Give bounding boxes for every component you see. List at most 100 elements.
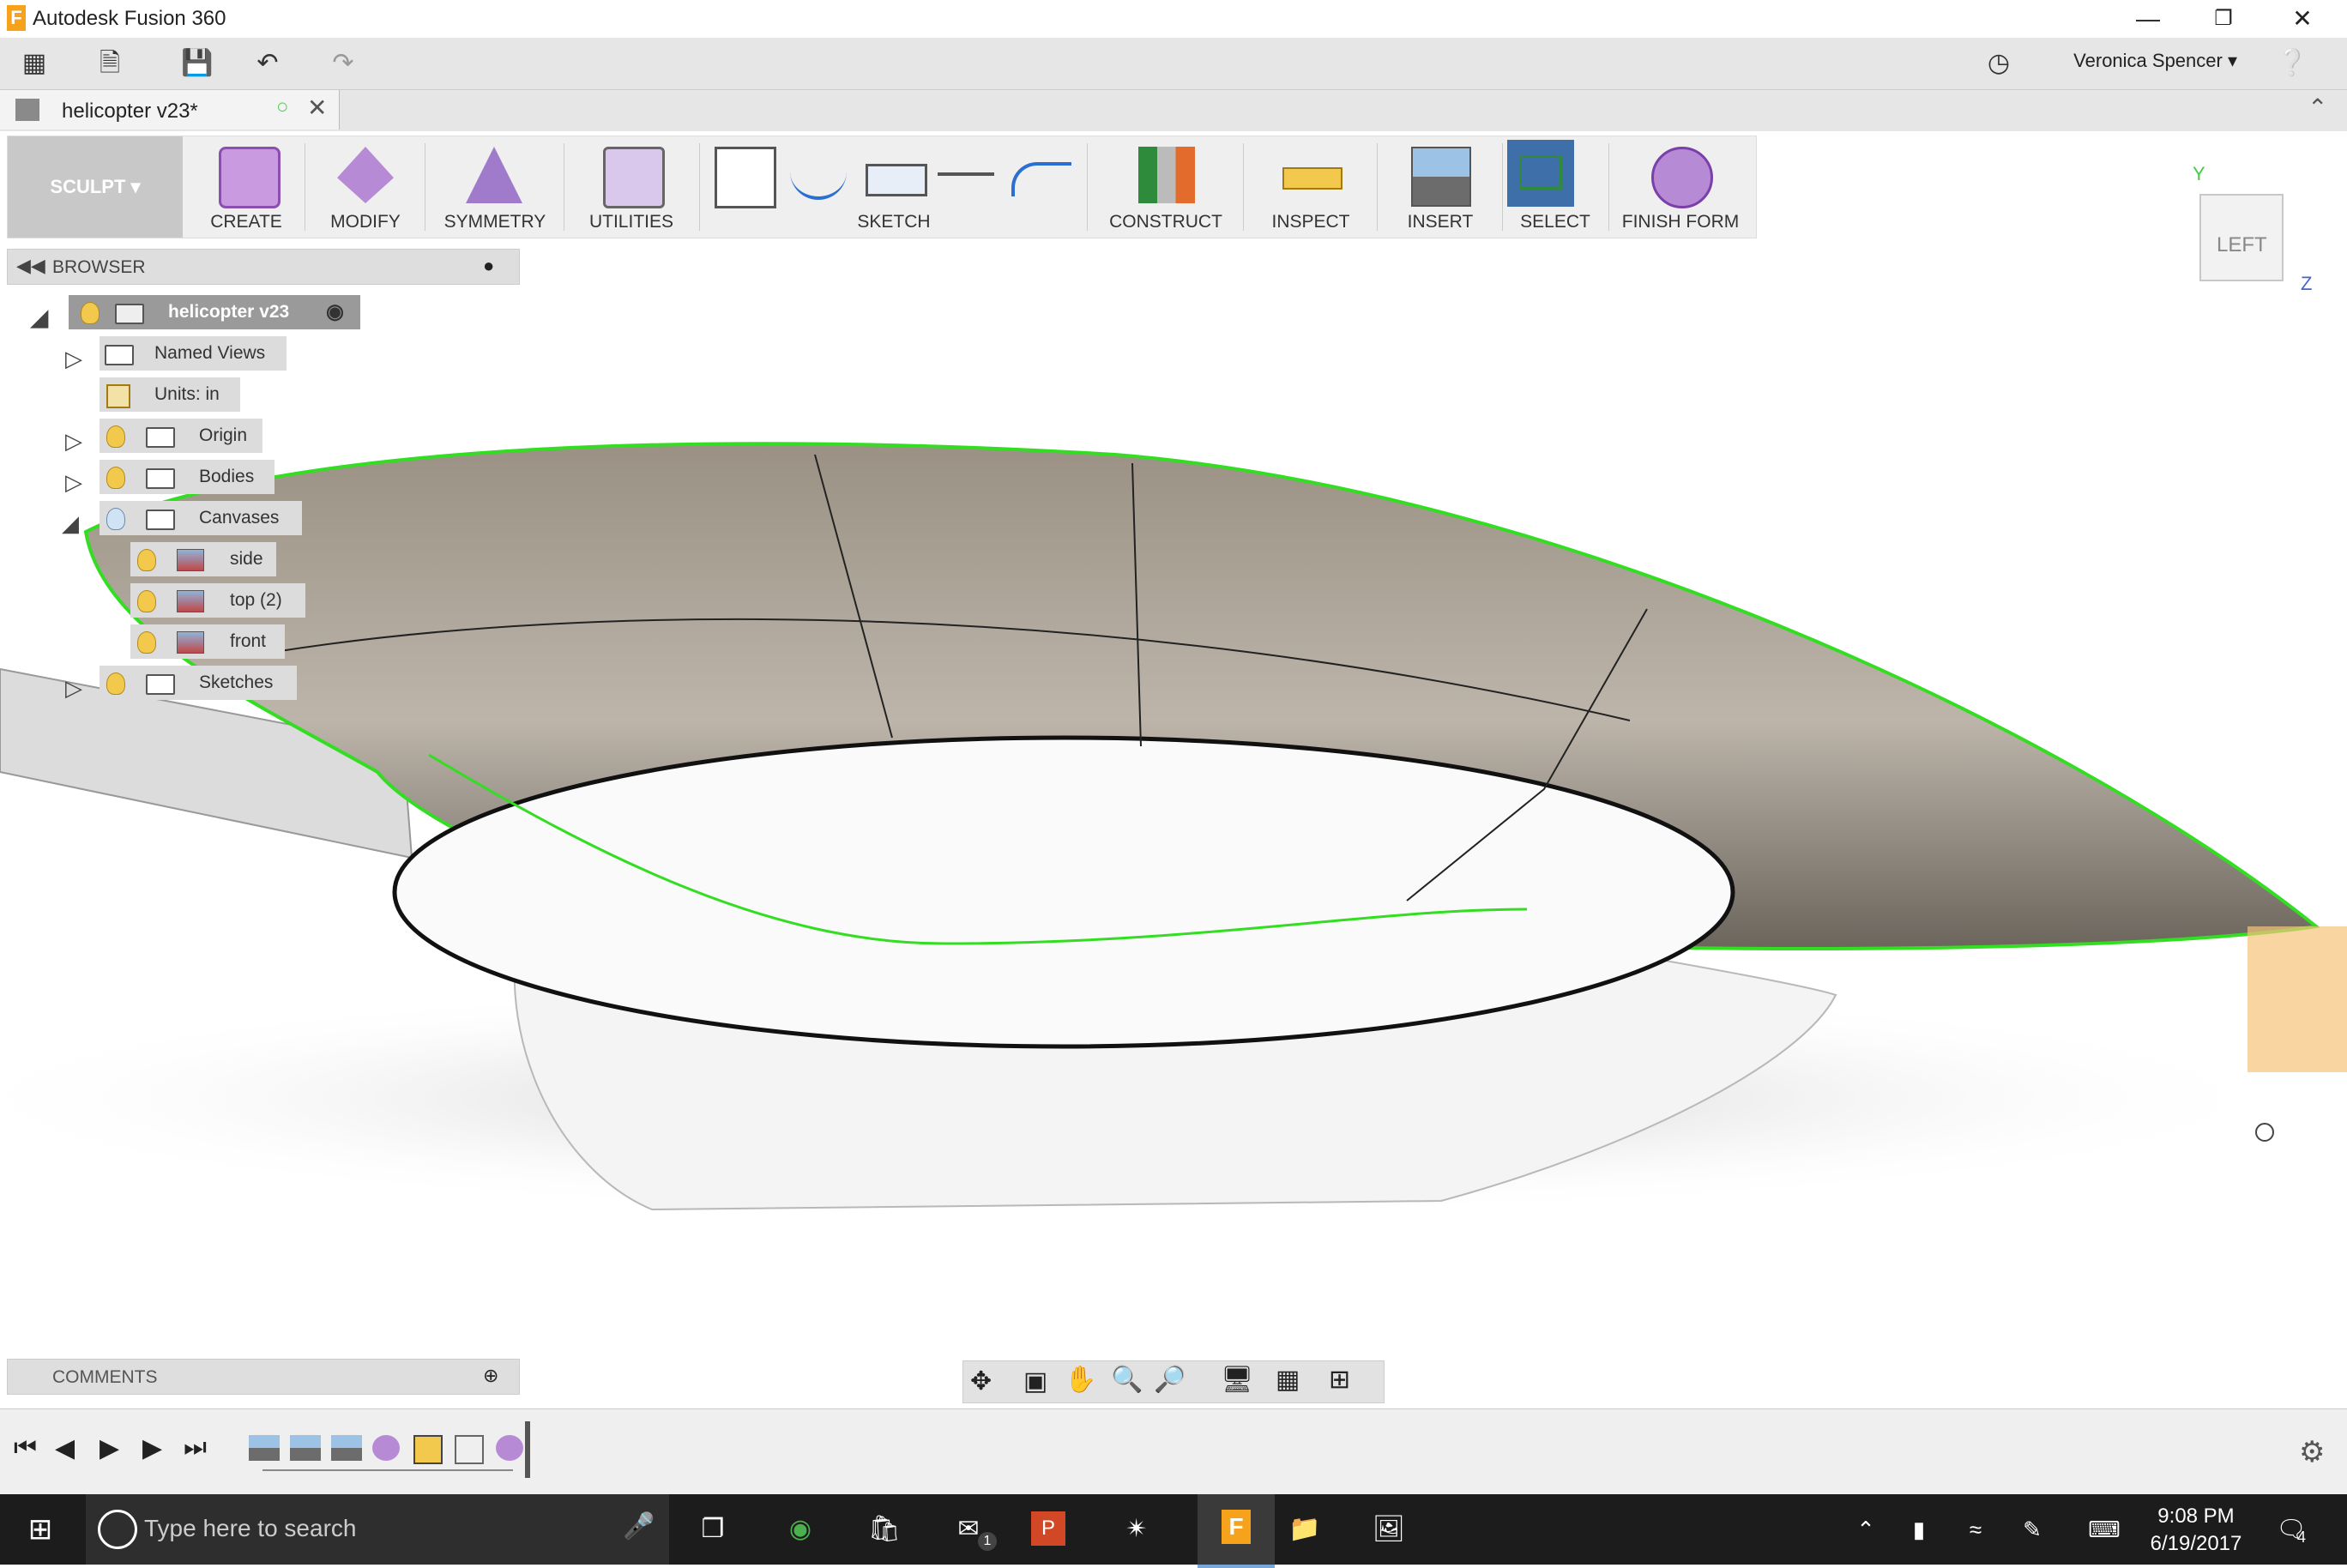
step-forward-icon[interactable]: ▶ xyxy=(142,1433,162,1463)
inspect-menu[interactable]: INSPECT xyxy=(1246,136,1375,238)
system-clock[interactable]: 9:08 PM 6/19/2017 xyxy=(2136,1503,2256,1558)
data-panel-grid-icon[interactable]: ▦ xyxy=(15,45,53,82)
view-cube[interactable]: LEFT Y Z xyxy=(2193,163,2312,294)
timeline-canvas-feature-icon[interactable] xyxy=(331,1435,362,1461)
sketch-rectangle-icon[interactable] xyxy=(866,164,927,196)
visibility-bulb-icon[interactable] xyxy=(137,590,156,612)
timeline-settings-gear-icon[interactable]: ⚙ xyxy=(2299,1435,2325,1469)
add-comment-icon[interactable]: ⊕ xyxy=(483,1365,498,1387)
pan-hand-icon[interactable]: ✋ xyxy=(1065,1365,1096,1395)
expand-triangle-icon[interactable]: ▷ xyxy=(65,671,82,705)
create-sketch-icon[interactable] xyxy=(715,147,776,208)
go-to-start-icon[interactable]: ⏮ xyxy=(14,1433,37,1462)
minimize-button[interactable]: — xyxy=(2114,2,2182,36)
browser-panel-header[interactable]: ◀◀ BROWSER ● xyxy=(7,249,520,285)
expand-triangle-icon[interactable]: ▷ xyxy=(65,341,82,376)
display-settings-icon[interactable]: 🖥 xyxy=(1221,1365,1253,1395)
browser-item-canvases[interactable]: ◢ Canvases xyxy=(62,501,302,536)
workspace-switcher[interactable]: SCULPT ▾ xyxy=(8,136,183,238)
slack-icon[interactable]: ✴ xyxy=(1115,1508,1158,1551)
browser-item-named-views[interactable]: ▷ Named Views xyxy=(65,336,287,371)
collapse-triangle-icon[interactable]: ◢ xyxy=(62,506,79,540)
photos-icon[interactable]: 🖼 xyxy=(1367,1508,1410,1551)
step-back-icon[interactable]: ◀ xyxy=(55,1433,75,1463)
sketch-spline-icon[interactable] xyxy=(1011,162,1071,196)
restore-button[interactable]: ❐ xyxy=(2189,2,2258,36)
help-icon[interactable]: ❔ xyxy=(2273,45,2311,82)
save-icon[interactable]: 💾 xyxy=(178,45,216,82)
file-explorer-icon[interactable]: 📁 xyxy=(1283,1508,1326,1551)
look-at-icon[interactable]: ▣ xyxy=(1023,1366,1047,1396)
timeline-sketch-feature-icon[interactable] xyxy=(413,1435,443,1464)
browser-item-canvas-top[interactable]: top (2) xyxy=(130,583,305,618)
rotor-opening-edge[interactable] xyxy=(392,735,1735,1049)
document-tab[interactable]: helicopter v23* ○ ✕ xyxy=(0,90,340,130)
visibility-bulb-icon[interactable] xyxy=(137,549,156,571)
microphone-icon[interactable]: 🎤 xyxy=(623,1511,655,1541)
construct-menu[interactable]: CONSTRUCT xyxy=(1090,136,1241,238)
canvas-viewport[interactable] xyxy=(0,240,2347,1355)
redo-icon[interactable]: ↷ xyxy=(324,45,362,82)
sketch-menu[interactable]: SKETCH xyxy=(703,136,1085,238)
action-center-icon[interactable]: 🗨 xyxy=(2270,1508,2313,1551)
active-radio-icon[interactable]: ◉ xyxy=(326,295,344,329)
touch-keyboard-icon[interactable]: ⌨ xyxy=(2083,1508,2126,1551)
browser-item-origin[interactable]: ▷ Origin xyxy=(65,419,262,454)
zoom-icon[interactable]: 🔍 xyxy=(1111,1365,1143,1395)
create-menu[interactable]: CREATE xyxy=(190,136,303,238)
utilities-menu[interactable]: UTILITIES xyxy=(567,136,696,238)
visibility-bulb-icon[interactable] xyxy=(137,631,156,654)
browser-item-sketches[interactable]: ▷ Sketches xyxy=(65,666,297,701)
timeline-canvas-feature-icon[interactable] xyxy=(290,1435,321,1461)
battery-icon[interactable]: ▮ xyxy=(1898,1508,1940,1551)
visibility-bulb-icon[interactable] xyxy=(106,508,125,530)
store-icon[interactable]: 🛍 xyxy=(863,1508,906,1551)
origin-point-icon[interactable] xyxy=(2255,1123,2274,1142)
user-account-menu[interactable]: Veronica Spencer ▾ xyxy=(2073,50,2237,72)
timeline-move-feature-icon[interactable] xyxy=(455,1435,484,1464)
expand-triangle-icon[interactable]: ▷ xyxy=(65,465,82,499)
undo-icon[interactable]: ↶ xyxy=(249,45,287,82)
collapse-toolbar-chevron-icon[interactable]: ⌃ xyxy=(2308,93,2327,122)
go-to-end-icon[interactable]: ⏭ xyxy=(184,1433,207,1462)
timeline-canvas-feature-icon[interactable] xyxy=(249,1435,280,1461)
show-hidden-icons-chevron[interactable]: ⌃ xyxy=(1844,1508,1887,1551)
modify-menu[interactable]: MODIFY xyxy=(308,136,423,238)
browser-item-bodies[interactable]: ▷ Bodies xyxy=(65,460,275,495)
close-button[interactable]: ✕ xyxy=(2268,2,2337,36)
sketch-arc-icon[interactable] xyxy=(790,162,847,200)
chrome-icon[interactable]: ◉ xyxy=(779,1508,822,1551)
visibility-bulb-icon[interactable] xyxy=(81,302,100,324)
powerpoint-icon[interactable]: P xyxy=(1031,1511,1065,1546)
taskbar-search-box[interactable]: Type here to search 🎤 xyxy=(86,1494,669,1565)
viewports-icon[interactable]: ⊞ xyxy=(1329,1365,1350,1395)
browser-root-node[interactable]: ◢ helicopter v23 ◉ xyxy=(31,295,360,330)
pen-workspace-icon[interactable]: ✎ xyxy=(2011,1508,2054,1551)
sketch-dimension-icon[interactable] xyxy=(938,172,994,176)
task-view-icon[interactable]: ❐ xyxy=(691,1508,734,1551)
finish-form-button[interactable]: FINISH FORM xyxy=(1612,136,1749,238)
insert-menu[interactable]: INSERT xyxy=(1380,136,1500,238)
wifi-icon[interactable]: ≈ xyxy=(1954,1508,1997,1551)
symmetry-menu[interactable]: SYMMETRY xyxy=(428,136,562,238)
fit-zoom-window-icon[interactable]: 🔎 xyxy=(1154,1365,1186,1395)
visibility-bulb-icon[interactable] xyxy=(106,672,125,695)
windows-start-icon[interactable]: ⊞ xyxy=(19,1508,62,1551)
comments-panel-header[interactable]: COMMENTS ⊕ xyxy=(7,1359,520,1395)
expand-triangle-icon[interactable]: ▷ xyxy=(65,424,82,458)
collapse-browser-icon[interactable]: ◀◀ xyxy=(16,255,45,277)
grid-settings-icon[interactable]: ▦ xyxy=(1276,1365,1300,1395)
file-menu-icon[interactable]: 🗎 xyxy=(91,45,129,82)
visibility-bulb-icon[interactable] xyxy=(106,467,125,489)
timeline-form-feature-icon[interactable] xyxy=(496,1435,523,1461)
close-tab-icon[interactable]: ✕ xyxy=(307,93,327,122)
select-menu[interactable]: SELECT xyxy=(1504,136,1607,238)
play-icon[interactable]: ▶ xyxy=(100,1433,119,1463)
visibility-bulb-icon[interactable] xyxy=(106,425,125,448)
browser-item-canvas-side[interactable]: side xyxy=(130,542,276,576)
browser-item-units[interactable]: Units: in xyxy=(100,377,240,412)
job-status-clock-icon[interactable]: ◷ xyxy=(1980,45,2018,82)
orbit-icon[interactable]: ✥ xyxy=(970,1366,992,1396)
browser-item-canvas-front[interactable]: front xyxy=(130,624,285,659)
collapse-triangle-icon[interactable]: ◢ xyxy=(31,300,48,335)
